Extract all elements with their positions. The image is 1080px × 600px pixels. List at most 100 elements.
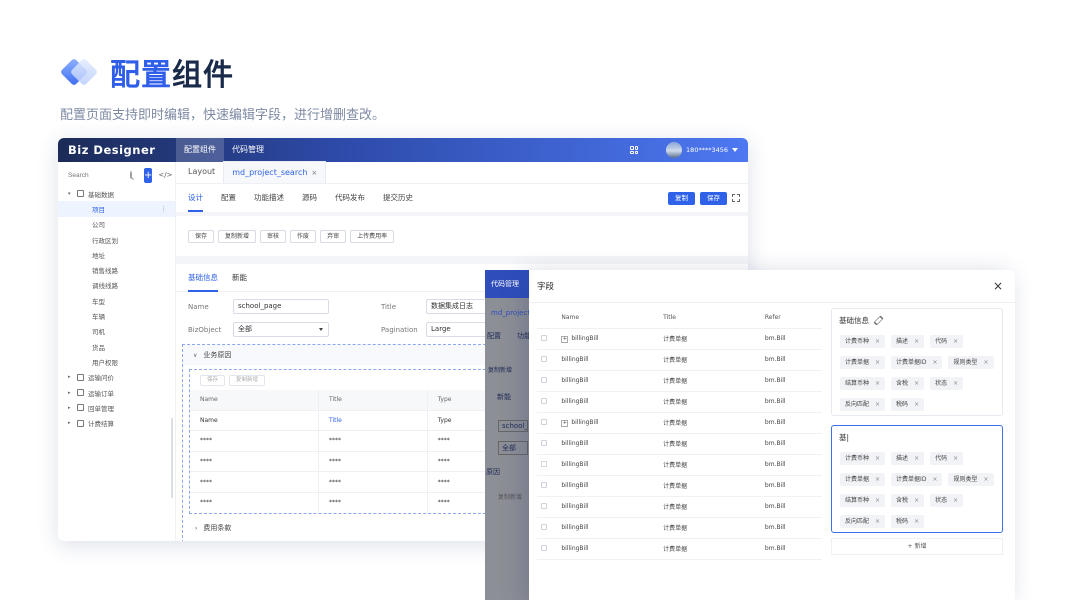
table-row[interactable]: + billingBill 计费单据 bm.Bill bbox=[537, 328, 822, 350]
toolbar-button[interactable]: 复制新增 bbox=[218, 229, 257, 243]
nav-code-management[interactable]: 代码管理 bbox=[224, 138, 272, 162]
tree-item[interactable]: 司机 bbox=[58, 324, 175, 339]
field-chip[interactable]: 状态 × bbox=[930, 377, 964, 390]
close-icon[interactable]: × bbox=[932, 359, 937, 366]
field-chip[interactable]: 计费单据ID × bbox=[891, 356, 943, 369]
subtab[interactable]: 源码 bbox=[302, 184, 317, 212]
toolbar-button[interactable]: 弃审 bbox=[320, 229, 347, 243]
field-chip[interactable]: 含税 × bbox=[891, 494, 925, 507]
field-chip[interactable]: 反向匹配 × bbox=[840, 398, 886, 411]
close-icon[interactable]: × bbox=[914, 401, 919, 408]
close-icon[interactable]: × bbox=[953, 380, 958, 387]
close-icon[interactable]: × bbox=[914, 455, 919, 462]
close-icon[interactable]: × bbox=[932, 476, 937, 483]
field-chip[interactable]: 描述 × bbox=[891, 452, 925, 465]
name-field[interactable]: school_page bbox=[233, 299, 329, 314]
close-icon[interactable]: × bbox=[993, 279, 1003, 293]
field-chip[interactable]: 结算币种 × bbox=[840, 377, 886, 390]
chevron-icon[interactable]: ▸ bbox=[68, 420, 74, 426]
field-chip[interactable]: 计费单据 × bbox=[840, 356, 886, 369]
checkbox[interactable] bbox=[541, 334, 547, 341]
field-chip[interactable]: 计费单据 × bbox=[840, 473, 886, 486]
table-row[interactable]: billingBill 计费单据 bm.Bill bbox=[537, 454, 822, 476]
form-tab[interactable]: 新能 bbox=[232, 264, 247, 292]
close-icon[interactable]: × bbox=[875, 476, 880, 483]
expand-icon[interactable]: + bbox=[561, 419, 569, 427]
field-chip[interactable]: 税码 × bbox=[891, 515, 925, 528]
section-save-button[interactable]: 保存 bbox=[200, 374, 226, 386]
table-row[interactable]: billingBill 计费单据 bm.Bill bbox=[537, 391, 822, 413]
tab-layout[interactable]: Layout bbox=[180, 161, 223, 183]
close-icon[interactable]: × bbox=[875, 338, 880, 345]
checkbox[interactable] bbox=[541, 544, 547, 551]
chevron-icon[interactable]: ▾ bbox=[68, 191, 74, 197]
checkbox[interactable] bbox=[541, 523, 547, 530]
close-icon[interactable]: × bbox=[983, 476, 988, 483]
checkbox[interactable] bbox=[541, 418, 547, 425]
tree-item[interactable]: 用户权限 bbox=[58, 354, 175, 369]
tree-item[interactable]: 调线线路 bbox=[58, 278, 175, 293]
subtab[interactable]: 配置 bbox=[221, 184, 236, 212]
form-tab[interactable]: 基础信息 bbox=[188, 264, 218, 292]
field-chip[interactable]: 反向匹配 × bbox=[840, 515, 886, 528]
subtab[interactable]: 设计 bbox=[188, 184, 203, 212]
close-icon[interactable]: × bbox=[953, 338, 958, 345]
tree-item[interactable]: ▸ 计费结算 bbox=[58, 415, 175, 430]
expand-icon[interactable]: + bbox=[561, 335, 569, 343]
field-chip[interactable]: 描述 × bbox=[891, 335, 925, 348]
bizobject-select[interactable]: 全部 bbox=[233, 322, 329, 337]
tree-item[interactable]: 车辆 bbox=[58, 308, 175, 323]
panel-basic-info[interactable]: 基础信息 计费币种 × 描述 × 代码 × 计费单据 × 计费单据ID × 规则类型 × 结算币种 × 含税… bbox=[831, 308, 1003, 416]
close-icon[interactable]: × bbox=[875, 380, 880, 387]
add-button[interactable]: + bbox=[144, 167, 153, 183]
table-row[interactable]: billingBill 计费单据 bm.Bill bbox=[537, 433, 822, 455]
table-row[interactable]: billingBill 计费单据 bm.Bill bbox=[537, 349, 822, 371]
panel-title-input[interactable]: 基| bbox=[832, 426, 1002, 448]
tree-item[interactable]: ▾ 基础数据 bbox=[58, 186, 175, 201]
tree-item[interactable]: 行政区划 bbox=[58, 232, 175, 247]
close-icon[interactable]: × bbox=[875, 497, 880, 504]
close-icon[interactable]: × bbox=[875, 359, 880, 366]
close-icon[interactable]: × bbox=[875, 401, 880, 408]
tree-item[interactable]: 地址 bbox=[58, 247, 175, 262]
avatar[interactable] bbox=[666, 142, 683, 158]
toolbar-button[interactable]: 审核 bbox=[260, 229, 287, 243]
checkbox[interactable] bbox=[541, 460, 547, 467]
table-row[interactable]: + billingBill 计费单据 bm.Bill bbox=[537, 412, 822, 434]
edit-icon[interactable] bbox=[873, 315, 884, 325]
user-name[interactable]: 180****3456 bbox=[686, 146, 728, 154]
toolbar-button[interactable]: 作废 bbox=[290, 229, 317, 243]
field-chip[interactable]: 计费单据ID × bbox=[891, 473, 943, 486]
checkbox[interactable] bbox=[541, 355, 547, 362]
chevron-down-icon[interactable] bbox=[732, 148, 738, 152]
chevron-icon[interactable]: ▸ bbox=[68, 390, 74, 396]
toolbar-button[interactable]: 保存 bbox=[188, 229, 215, 243]
close-icon[interactable]: × bbox=[875, 518, 880, 525]
tree-item[interactable]: 项目 ⋮ bbox=[58, 201, 175, 217]
section-copy-button[interactable]: 复制新增 bbox=[229, 374, 266, 386]
field-chip[interactable]: 规则类型 × bbox=[948, 356, 994, 369]
close-icon[interactable]: × bbox=[914, 518, 919, 525]
add-new-button[interactable]: + 新增 bbox=[831, 538, 1003, 555]
close-icon[interactable]: × bbox=[983, 359, 988, 366]
close-icon[interactable]: × bbox=[311, 169, 317, 177]
search-icon[interactable] bbox=[130, 171, 132, 179]
checkbox[interactable] bbox=[541, 481, 547, 488]
field-chip[interactable]: 计费币种 × bbox=[840, 335, 886, 348]
scrollbar[interactable] bbox=[171, 418, 173, 498]
toolbar-button[interactable]: 上传费用率 bbox=[350, 229, 395, 243]
tab-md-project-search[interactable]: md_project_search × bbox=[223, 161, 327, 183]
checkbox[interactable] bbox=[541, 439, 547, 446]
close-icon[interactable]: × bbox=[914, 497, 919, 504]
field-chip[interactable]: 计费币种 × bbox=[840, 452, 886, 465]
tree-item[interactable]: 货品 bbox=[58, 339, 175, 354]
panel-editing[interactable]: 基| 计费币种 × 描述 × 代码 × 计费单据 × 计费单据ID × 规则类型 × 结算币种 × 含税 × 状… bbox=[831, 425, 1003, 533]
close-icon[interactable]: × bbox=[953, 497, 958, 504]
tree-item[interactable]: 公司 bbox=[58, 217, 175, 232]
close-icon[interactable]: × bbox=[914, 338, 919, 345]
table-row[interactable]: billingBill 计费单据 bm.Bill bbox=[537, 475, 822, 497]
subtab[interactable]: 功能描述 bbox=[254, 184, 284, 212]
checkbox[interactable] bbox=[541, 376, 547, 383]
checkbox[interactable] bbox=[541, 397, 547, 404]
checkbox[interactable] bbox=[541, 502, 547, 509]
